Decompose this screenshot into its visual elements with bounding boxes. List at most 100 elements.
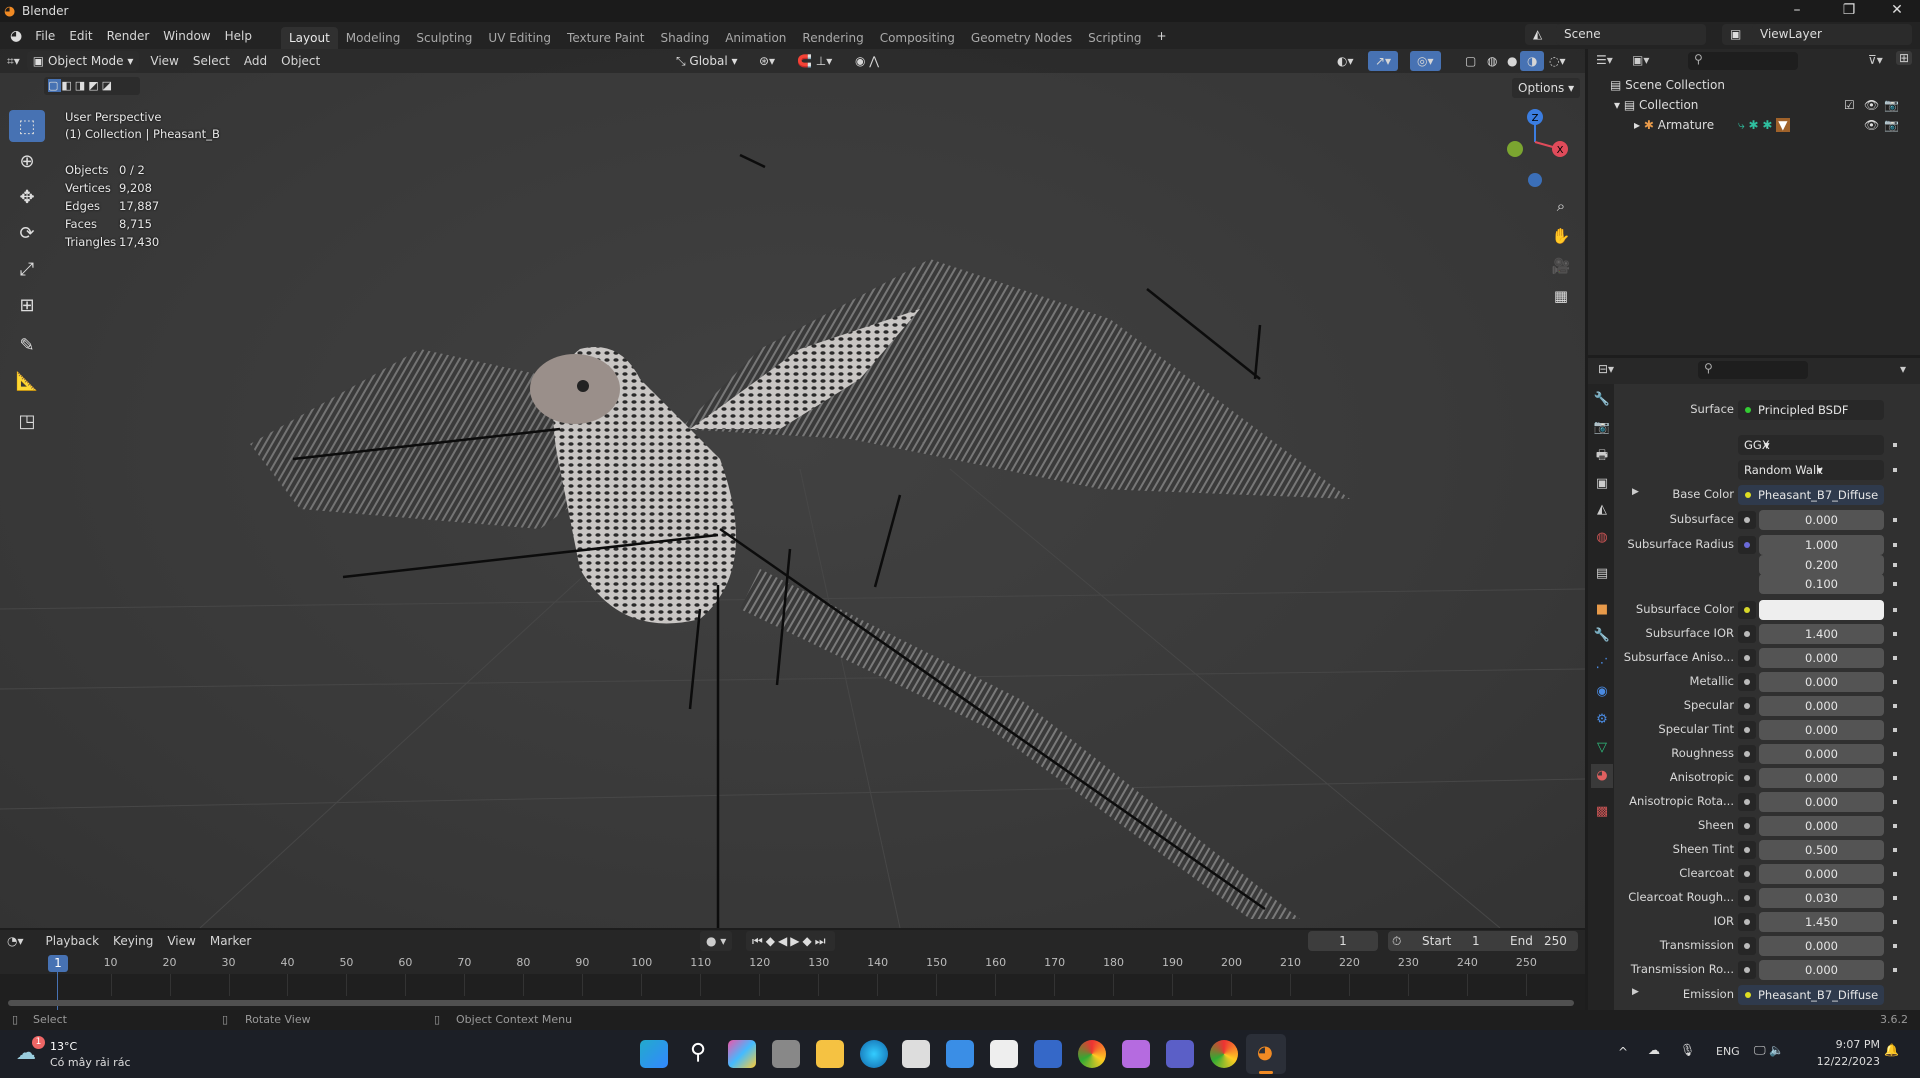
property-value-field[interactable]: 0.000 — [1759, 696, 1884, 716]
task-view-icon[interactable] — [772, 1040, 800, 1068]
tool-tab-icon[interactable]: 🔧 — [1591, 388, 1613, 412]
render-camera-icon[interactable]: 📷 — [1884, 118, 1899, 132]
physics-tab-icon[interactable]: ◉ — [1591, 680, 1613, 704]
property-value-field[interactable] — [1759, 600, 1884, 620]
property-value-field[interactable]: 0.030 — [1759, 888, 1884, 908]
workspace-tab-geometry-nodes[interactable]: Geometry Nodes — [963, 27, 1080, 49]
timeline-scrollbar[interactable] — [8, 1000, 1574, 1006]
keyframe-dot[interactable] — [1893, 824, 1897, 828]
selection-mode-buttons[interactable]: ▢◧◨◩◪ — [44, 77, 140, 95]
cursor-tool-icon[interactable]: ⊕ — [9, 145, 45, 177]
workspace-tab-compositing[interactable]: Compositing — [872, 27, 963, 49]
subsurface-method-dropdown[interactable]: Random Walk▾ — [1738, 460, 1884, 480]
data-tab-icon[interactable]: ▽ — [1591, 736, 1613, 760]
copilot-icon[interactable] — [728, 1040, 756, 1068]
input-socket-icon[interactable] — [1738, 697, 1756, 715]
outliner-item-collection[interactable]: ▾ ▤ Collection ☑ 👁 📷 — [1614, 98, 1914, 112]
keyframe-dot[interactable] — [1893, 968, 1897, 972]
app-icon[interactable] — [990, 1040, 1018, 1068]
clock-date[interactable]: 12/22/2023 — [1800, 1055, 1880, 1068]
affinity-icon[interactable] — [1122, 1040, 1150, 1068]
property-value-field[interactable]: 0.200 — [1759, 555, 1884, 575]
keyframe-dot[interactable] — [1893, 872, 1897, 876]
3d-viewport[interactable]: ⌗▾ ▣ Object Mode ▾ View Select Add Object ⤡… — [0, 49, 1585, 928]
property-value-field[interactable]: 1.400 — [1759, 624, 1884, 644]
input-socket-icon[interactable] — [1738, 961, 1756, 979]
orientation-dropdown[interactable]: ⤡ Global ▾ — [670, 51, 744, 71]
zoom-icon[interactable]: ⌕ — [1548, 193, 1574, 219]
onedrive-icon[interactable]: ☁ — [1648, 1043, 1660, 1057]
pivot-icon[interactable]: ⊛▾ — [752, 51, 782, 71]
snap-icon[interactable]: 🧲 ⊥▾ — [790, 51, 839, 71]
input-socket-icon[interactable] — [1738, 937, 1756, 955]
mic-muted-icon[interactable]: 🎙 — [1680, 1043, 1695, 1057]
perspective-grid-icon[interactable]: ▦ — [1548, 283, 1574, 309]
menu-edit[interactable]: Edit — [62, 25, 99, 47]
input-socket-icon[interactable] — [1738, 721, 1756, 739]
viewport-menu-select[interactable]: Select — [186, 51, 237, 71]
render-tab-icon[interactable]: 📷 — [1591, 416, 1613, 440]
timeline[interactable]: ◔▾ Playback Keying View Marker ● ▾ ⏮◆◀▶◆⏭ 1… — [0, 930, 1585, 1010]
keyframe-dot[interactable] — [1893, 920, 1897, 924]
display-mode-icon[interactable]: ☰▾ — [1596, 53, 1613, 67]
particles-tab-icon[interactable]: ⋰ — [1591, 652, 1613, 676]
edge-icon[interactable] — [860, 1040, 888, 1068]
property-value-field[interactable]: 1.000 — [1759, 535, 1884, 555]
workspace-tab-layout[interactable]: Layout — [280, 27, 338, 49]
keyframe-dot[interactable] — [1893, 608, 1897, 612]
workspace-tab-modeling[interactable]: Modeling — [338, 27, 409, 49]
move-tool-icon[interactable]: ✥ — [9, 181, 45, 213]
store-icon[interactable] — [946, 1040, 974, 1068]
input-socket-icon[interactable] — [1738, 649, 1756, 667]
keyframe-dot[interactable] — [1893, 848, 1897, 852]
start-button-icon[interactable] — [640, 1040, 668, 1068]
timeline-menu-playback[interactable]: Playback — [39, 931, 107, 951]
texture-tab-icon[interactable]: ▩ — [1591, 800, 1613, 824]
snipping-tool-icon[interactable] — [902, 1040, 930, 1068]
network-volume-icon[interactable]: 🖵 🔈 — [1754, 1043, 1784, 1058]
navigation-gizmo[interactable]: Z X — [1500, 107, 1570, 187]
timeline-menu-keying[interactable]: Keying — [106, 931, 160, 951]
playhead[interactable]: 1 — [48, 955, 68, 972]
language-indicator[interactable]: ENG — [1716, 1045, 1740, 1058]
gizmo-toggle-icon[interactable]: ↗▾ — [1368, 51, 1399, 71]
property-value-field[interactable]: 1.450 — [1759, 912, 1884, 932]
add-cube-tool-icon[interactable]: ◳ — [9, 405, 45, 437]
app-m-icon[interactable] — [1034, 1040, 1062, 1068]
current-frame-field[interactable]: 1 — [1308, 931, 1378, 951]
chrome-icon[interactable] — [1078, 1040, 1106, 1068]
input-socket-icon[interactable] — [1738, 625, 1756, 643]
material-tab-icon[interactable]: ◕ — [1591, 764, 1613, 788]
timeline-menu-view[interactable]: View — [160, 931, 202, 951]
surface-shader-field[interactable]: Principled BSDF — [1738, 400, 1884, 420]
world-tab-icon[interactable]: ◍ — [1591, 526, 1613, 550]
shading-material-icon[interactable]: ◑ — [1520, 51, 1545, 71]
viewport-menu-view[interactable]: View — [143, 51, 185, 71]
properties-search-input[interactable]: ⚲ — [1698, 361, 1808, 379]
editor-type-icon[interactable]: ⌗▾ — [0, 51, 27, 71]
outliner-search-input[interactable]: ⚲ — [1688, 52, 1798, 70]
keyframe-dot[interactable] — [1893, 896, 1897, 900]
property-value-field[interactable]: 0.000 — [1759, 744, 1884, 764]
keyframe-dot[interactable] — [1893, 728, 1897, 732]
property-value-field[interactable]: 0.000 — [1759, 792, 1884, 812]
base-color-texture-field[interactable]: Pheasant_B7_Diffuse — [1738, 485, 1884, 505]
constraints-tab-icon[interactable]: ⚙ — [1591, 708, 1613, 732]
start-frame-field[interactable]: 1 — [1472, 931, 1480, 951]
keyframe-dot[interactable] — [1893, 944, 1897, 948]
collection-tab-icon[interactable]: ▤ — [1591, 562, 1613, 586]
keyframe-dot[interactable] — [1893, 800, 1897, 804]
render-camera-icon[interactable]: 📷 — [1884, 98, 1899, 112]
rotate-tool-icon[interactable]: ⟳ — [9, 217, 45, 249]
scene-tab-icon[interactable]: ◭ — [1591, 498, 1613, 522]
keyframe-dot[interactable] — [1893, 582, 1897, 586]
outliner-item-scene-collection[interactable]: ▤ Scene Collection — [1610, 78, 1725, 92]
blender-menu-icon[interactable]: ◕ — [10, 28, 22, 44]
input-socket-icon[interactable] — [1738, 865, 1756, 883]
input-socket-icon[interactable] — [1738, 601, 1756, 619]
viewport-menu-object[interactable]: Object — [274, 51, 327, 71]
input-socket-icon[interactable] — [1738, 673, 1756, 691]
keyframe-dot[interactable] — [1893, 632, 1897, 636]
options-dropdown[interactable]: Options ▾ — [1512, 78, 1581, 98]
workspace-tab-scripting[interactable]: Scripting — [1080, 27, 1149, 49]
